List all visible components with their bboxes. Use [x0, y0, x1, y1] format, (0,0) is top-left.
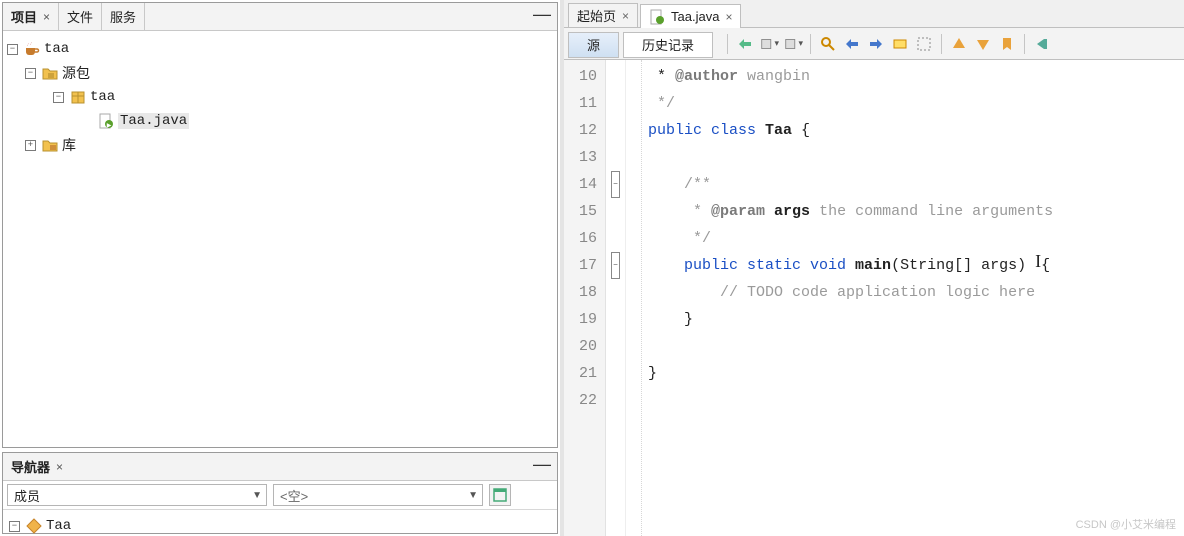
nav-class-node[interactable]: − Taa: [9, 514, 551, 536]
tab-navigator[interactable]: 导航器 ×: [3, 453, 71, 480]
expand-icon[interactable]: +: [25, 140, 36, 151]
nav-class-label: Taa: [46, 518, 71, 534]
minimize-button[interactable]: —: [533, 459, 551, 475]
tree-package[interactable]: − taa: [7, 85, 553, 109]
tree-package-label: taa: [90, 89, 115, 105]
collapse-icon[interactable]: −: [7, 44, 18, 55]
project-tree[interactable]: − taa − 源包 − taa ▶ Taa.java: [3, 31, 557, 447]
filter-label: <空>: [280, 486, 308, 505]
back-button[interactable]: [758, 33, 780, 55]
code-content[interactable]: * @author wangbin */public class Taa { /…: [642, 60, 1184, 536]
forward-button[interactable]: [782, 33, 804, 55]
navigator-settings-button[interactable]: [489, 484, 511, 506]
window-icon: [492, 487, 508, 503]
close-icon[interactable]: ×: [725, 10, 732, 24]
toggle-rect-select-button[interactable]: [913, 33, 935, 55]
tree-libraries[interactable]: + 库: [7, 133, 553, 157]
navigator-body: − Taa: [3, 510, 557, 536]
java-class-icon: ▶: [98, 113, 114, 129]
find-selection-button[interactable]: [817, 33, 839, 55]
indent-guide: [626, 60, 642, 536]
collapse-icon[interactable]: −: [9, 521, 20, 532]
collapse-icon[interactable]: −: [25, 68, 36, 79]
collapse-icon[interactable]: −: [53, 92, 64, 103]
class-icon: [26, 518, 42, 534]
tab-services-label: 服务: [110, 7, 136, 26]
tree-java-file[interactable]: ▶ Taa.java: [7, 109, 553, 133]
coffee-cup-icon: [24, 41, 40, 57]
watermark: CSDN @小艾米编程: [1076, 516, 1176, 532]
package-folder-icon: [42, 65, 58, 81]
code-editor[interactable]: 10111213141516171819202122 −− * @author …: [564, 60, 1184, 536]
toggle-bookmark-button[interactable]: [996, 33, 1018, 55]
close-icon[interactable]: ×: [43, 10, 50, 24]
tab-projects[interactable]: 项目 ×: [3, 3, 59, 30]
editor-toolbar: [723, 33, 1053, 55]
line-number-gutter[interactable]: 10111213141516171819202122: [564, 60, 606, 536]
tab-start-label: 起始页: [577, 6, 616, 25]
svg-text:▶: ▶: [107, 122, 112, 129]
tab-projects-label: 项目: [11, 7, 37, 26]
fold-column[interactable]: −−: [606, 60, 626, 536]
editor-area: 起始页 × Taa.java × 源 历史记录: [564, 0, 1184, 536]
toggle-highlight-button[interactable]: [889, 33, 911, 55]
tab-files-label: 文件: [67, 7, 93, 26]
subtab-source[interactable]: 源: [568, 32, 619, 58]
editor-subtabs: 源 历史记录: [564, 28, 1184, 60]
tab-services[interactable]: 服务: [102, 3, 145, 30]
filter-dropdown[interactable]: <空> ▼: [273, 484, 483, 506]
editor-tabs: 起始页 × Taa.java ×: [564, 0, 1184, 28]
subtab-source-label: 源: [587, 35, 600, 54]
shift-left-button[interactable]: [1031, 33, 1053, 55]
navigator-header: 导航器 × —: [3, 453, 557, 481]
members-label: 成员: [14, 486, 40, 505]
find-next-button[interactable]: [865, 33, 887, 55]
tree-src-packages[interactable]: − 源包: [7, 61, 553, 85]
tab-start-page[interactable]: 起始页 ×: [568, 3, 638, 27]
tree-src-label: 源包: [62, 63, 90, 83]
tab-editor-file[interactable]: Taa.java ×: [640, 4, 741, 28]
tab-files[interactable]: 文件: [59, 3, 102, 30]
chevron-down-icon: ▼: [252, 490, 262, 501]
members-dropdown[interactable]: 成员 ▼: [7, 484, 267, 506]
navigator-panel: 导航器 × — 成员 ▼ <空> ▼: [2, 452, 558, 534]
subtab-history-label: 历史记录: [642, 35, 694, 54]
java-class-icon: [649, 9, 665, 25]
tree-root[interactable]: − taa: [7, 37, 553, 61]
left-panel-header: 项目 × 文件 服务 —: [3, 3, 557, 31]
chevron-down-icon: ▼: [468, 490, 478, 501]
projects-panel: 项目 × 文件 服务 — − taa −: [2, 2, 558, 448]
find-prev-button[interactable]: [841, 33, 863, 55]
next-bookmark-button[interactable]: [972, 33, 994, 55]
tab-navigator-label: 导航器: [11, 457, 50, 476]
minimize-button[interactable]: —: [533, 9, 551, 25]
tree-file-label: Taa.java: [118, 113, 189, 129]
close-icon[interactable]: ×: [56, 460, 63, 474]
package-icon: [70, 89, 86, 105]
last-edit-button[interactable]: [734, 33, 756, 55]
navigator-toolbar: 成员 ▼ <空> ▼: [3, 481, 557, 510]
libraries-folder-icon: [42, 137, 58, 153]
tree-root-label: taa: [44, 41, 69, 57]
prev-bookmark-button[interactable]: [948, 33, 970, 55]
close-icon[interactable]: ×: [622, 9, 629, 23]
tree-libs-label: 库: [62, 135, 76, 155]
subtab-history[interactable]: 历史记录: [623, 32, 713, 58]
tab-file-label: Taa.java: [671, 9, 719, 24]
